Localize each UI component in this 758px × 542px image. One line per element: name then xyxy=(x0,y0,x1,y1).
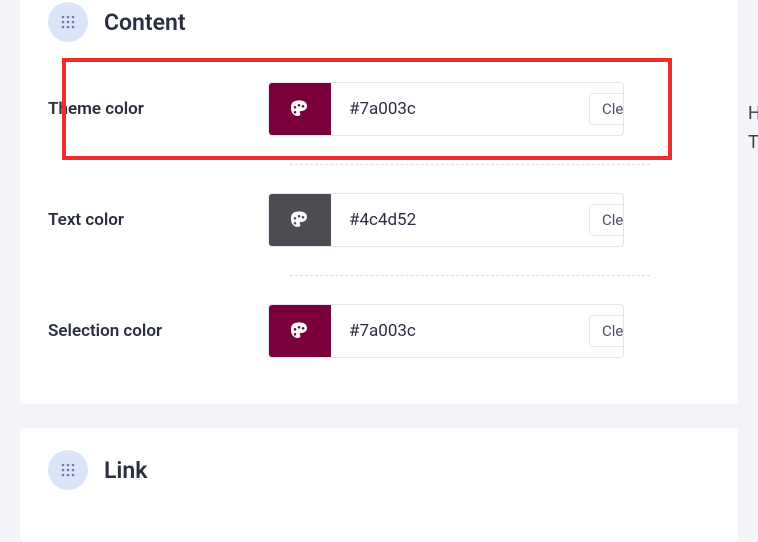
theme-color-label: Theme color xyxy=(48,99,268,119)
text-color-row: Text color Clear xyxy=(20,165,738,275)
theme-color-row: Theme color Clear xyxy=(20,54,738,164)
text-color-clear-button[interactable]: Clear xyxy=(589,204,624,236)
text-color-input-group: Clear xyxy=(268,193,624,247)
link-section-title: Link xyxy=(104,457,147,484)
theme-color-input-group: Clear xyxy=(268,82,624,136)
theme-color-row-wrap: Theme color Clear xyxy=(20,54,738,164)
selection-color-swatch[interactable] xyxy=(269,305,331,357)
side-hint-line2: To xyxy=(748,129,758,158)
link-card: Link xyxy=(20,428,738,542)
side-hint-text: Hi To xyxy=(748,100,758,158)
selection-color-row: Selection color Clear xyxy=(20,276,738,386)
side-hint-line1: Hi xyxy=(748,100,758,129)
link-card-header: Link xyxy=(20,450,738,502)
drag-handle-icon[interactable] xyxy=(48,2,88,42)
content-card-header: Content xyxy=(20,0,738,54)
text-color-swatch[interactable] xyxy=(269,194,331,246)
content-section-title: Content xyxy=(104,9,186,36)
theme-color-swatch[interactable] xyxy=(269,83,331,135)
selection-color-clear-button[interactable]: Clear xyxy=(589,315,624,347)
theme-color-input[interactable] xyxy=(331,83,589,135)
selection-color-input[interactable] xyxy=(331,305,589,357)
theme-color-clear-button[interactable]: Clear xyxy=(589,93,624,125)
text-color-input[interactable] xyxy=(331,194,589,246)
drag-handle-icon[interactable] xyxy=(48,450,88,490)
text-color-label: Text color xyxy=(48,210,268,230)
selection-color-label: Selection color xyxy=(48,321,268,341)
selection-color-input-group: Clear xyxy=(268,304,624,358)
content-card: Content Theme color Clear Text color Cle… xyxy=(20,0,738,404)
